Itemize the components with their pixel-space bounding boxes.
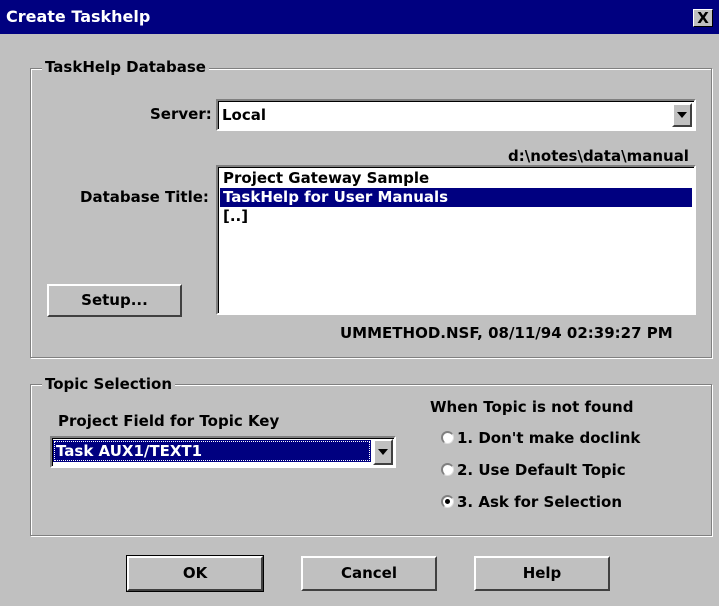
database-list-item[interactable]: Project Gateway Sample (220, 169, 692, 188)
database-list-item[interactable]: [..] (220, 207, 692, 226)
database-list-item[interactable]: TaskHelp for User Manuals (220, 188, 692, 207)
close-icon[interactable]: X (693, 9, 713, 27)
ok-button[interactable]: OK (126, 555, 264, 592)
server-dropdown-button[interactable] (672, 103, 692, 127)
radio-button[interactable] (441, 431, 454, 444)
topic-field-label: Project Field for Topic Key (58, 412, 280, 430)
taskhelp-database-legend: TaskHelp Database (42, 58, 209, 76)
radio-button[interactable] (441, 495, 454, 508)
database-listbox[interactable]: Project Gateway Sample TaskHelp for User … (216, 165, 696, 315)
radio-option-label: 1. Don't make doclink (457, 429, 641, 447)
radio-button[interactable] (441, 463, 454, 476)
radio-option-label: 2. Use Default Topic (457, 461, 626, 479)
chevron-down-icon (677, 112, 687, 118)
radio-option[interactable]: 3. Ask for Selection (441, 492, 681, 512)
radio-option[interactable]: 1. Don't make doclink (441, 428, 681, 448)
radio-option-label: 3. Ask for Selection (457, 493, 623, 511)
server-value: Local (222, 106, 267, 124)
not-found-label: When Topic is not found (430, 398, 634, 416)
topic-field-value-bg: Task AUX1/TEXT1 (53, 440, 371, 462)
server-select[interactable]: Local (216, 99, 696, 131)
topic-field-value: Task AUX1/TEXT1 (56, 442, 203, 460)
database-title-label: Database Title: (80, 188, 209, 206)
topic-dropdown-button[interactable] (373, 439, 393, 465)
title-bar: Create Taskhelp X (0, 0, 719, 34)
cancel-button-label: Cancel (340, 564, 397, 582)
database-path: d:\notes\data\manual (508, 147, 689, 165)
chevron-down-icon (378, 449, 388, 455)
help-button-label: Help (522, 564, 562, 582)
cancel-button[interactable]: Cancel (301, 556, 437, 591)
topic-selection-legend: Topic Selection (42, 375, 176, 393)
ok-button-label: OK (182, 564, 208, 582)
topic-field-select[interactable]: Task AUX1/TEXT1 (50, 436, 396, 468)
server-label: Server: (150, 105, 212, 123)
radio-option[interactable]: 2. Use Default Topic (441, 460, 681, 480)
help-button[interactable]: Help (474, 556, 610, 591)
setup-button-label: Setup... (81, 291, 148, 309)
file-info: UMMETHOD.NSF, 08/11/94 02:39:27 PM (340, 324, 673, 342)
setup-button[interactable]: Setup... (47, 284, 182, 317)
radio-selected-dot (445, 499, 450, 504)
window-title: Create Taskhelp (6, 7, 151, 26)
